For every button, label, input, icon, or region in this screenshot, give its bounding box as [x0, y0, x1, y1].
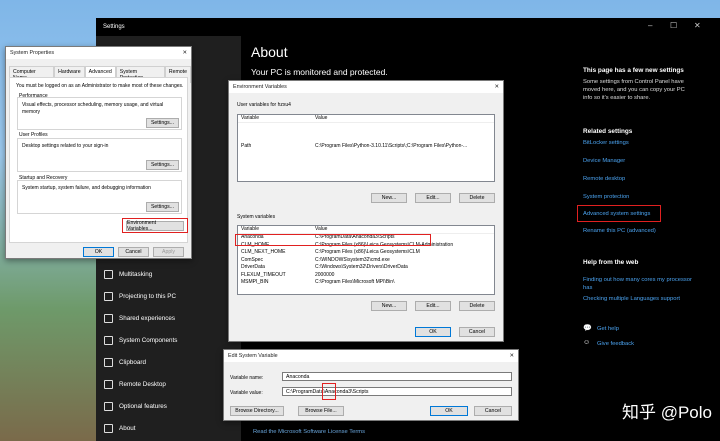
device-manager-link[interactable]: Device Manager — [583, 158, 625, 164]
sysprops-apply-button[interactable]: Apply — [153, 247, 184, 257]
help-heading: Help from the web — [583, 259, 639, 266]
watermark: 知乎 @Polo — [621, 403, 712, 422]
settings-titlebar: Settings – ☐ ✕ — [96, 18, 720, 36]
performance-settings-button[interactable]: Settings... — [146, 118, 179, 128]
system-new-button[interactable]: New... — [371, 301, 407, 311]
system-table-header: Variable Value — [238, 226, 494, 234]
help-languages-link[interactable]: Checking multiple Languages support — [583, 296, 680, 302]
system-variables-label: System variables — [237, 214, 276, 220]
envvars-cancel-button[interactable]: Cancel — [459, 327, 495, 337]
variable-name-input[interactable]: Anaconda — [282, 372, 512, 381]
get-help-icon: 💬 — [583, 325, 592, 332]
variable-value-input[interactable]: C:\ProgramData\Anaconda3\Scripts — [282, 387, 512, 396]
multitasking-icon — [104, 269, 113, 279]
editvar-ok-button[interactable]: OK — [430, 406, 468, 416]
nav-projecting[interactable]: Projecting to this PC — [96, 285, 241, 307]
envvars-ok-button[interactable]: OK — [415, 327, 451, 337]
shared-experiences-icon — [104, 313, 113, 323]
admin-note: You must be logged on as an Administrato… — [16, 83, 184, 89]
nav-clipboard[interactable]: Clipboard — [96, 351, 241, 373]
maximize-icon[interactable]: ☐ — [670, 21, 677, 30]
sysprops-titlebar: System Properties ✕ — [6, 47, 191, 59]
table-row[interactable]: FLEXLM_TIMEOUT 2000000 — [238, 271, 494, 279]
performance-text: Visual effects, processor scheduling, me… — [22, 102, 164, 115]
settings-title: Settings — [103, 24, 125, 30]
page-title: About — [251, 44, 288, 60]
sysprops-cancel-button[interactable]: Cancel — [118, 247, 149, 257]
user-profiles-group: Desktop settings related to your sign-in… — [17, 138, 182, 172]
startup-text: System startup, system failure, and debu… — [22, 185, 151, 191]
user-profiles-settings-button[interactable]: Settings... — [146, 160, 179, 170]
close-icon[interactable]: ✕ — [182, 50, 187, 56]
user-delete-button[interactable]: Delete — [459, 193, 495, 203]
minimize-icon[interactable]: – — [648, 21, 652, 30]
rename-pc-link[interactable]: Rename this PC (advanced) — [583, 228, 656, 234]
get-help-link[interactable]: Get help — [597, 326, 619, 332]
nav-shared-experiences[interactable]: Shared experiences — [96, 307, 241, 329]
nav-optional-features[interactable]: Optional features — [96, 395, 241, 417]
environment-variables-dialog: Environment Variables ✕ User variables fo… — [228, 80, 504, 342]
user-profiles-text: Desktop settings related to your sign-in — [22, 143, 109, 149]
close-icon[interactable]: ✕ — [509, 353, 514, 359]
table-row[interactable]: DriverData C:\Windows\System32\Drivers\Dr… — [238, 264, 494, 272]
editvar-titlebar: Edit System Variable ✕ — [224, 350, 518, 362]
system-edit-button[interactable]: Edit... — [415, 301, 451, 311]
user-edit-button[interactable]: Edit... — [415, 193, 451, 203]
highlight-anaconda-row — [235, 234, 431, 246]
nav-system-components[interactable]: System Components — [96, 329, 241, 351]
user-variables-label: User variables for hzxu4 — [237, 102, 291, 108]
nav-multitasking[interactable]: Multitasking — [96, 263, 241, 285]
sysprops-panel: You must be logged on as an Administrato… — [9, 77, 188, 243]
system-components-icon — [104, 335, 113, 345]
remote-desktop-icon — [104, 379, 113, 389]
system-delete-button[interactable]: Delete — [459, 301, 495, 311]
close-icon[interactable]: ✕ — [694, 21, 701, 30]
startup-group: System startup, system failure, and debu… — [17, 180, 182, 214]
table-row[interactable]: Path C:\Program Files\Python-3.10.11\Scri… — [238, 143, 494, 151]
optional-features-icon — [104, 401, 113, 411]
variable-value-label: Variable value: — [230, 390, 263, 396]
user-variables-table[interactable]: Variable Value Path C:\Program Files\Pytho… — [237, 114, 495, 182]
help-cores-link[interactable]: Finding out how many cores my processor … — [583, 276, 693, 292]
table-row[interactable]: MSMPI_BIN C:\Program Files\Microsoft MPI\… — [238, 279, 494, 287]
user-new-button[interactable]: New... — [371, 193, 407, 203]
new-settings-text: Some settings from Control Panel have mo… — [583, 79, 685, 101]
close-icon[interactable]: ✕ — [494, 84, 499, 90]
user-table-header: Variable Value — [238, 115, 494, 123]
environment-variables-button[interactable]: Environment Variables... — [126, 220, 184, 232]
system-protection-link[interactable]: System protection — [583, 194, 629, 200]
bitlocker-link[interactable]: BitLocker settings — [583, 140, 629, 146]
clipboard-icon — [104, 357, 113, 367]
variable-name-label: Variable name: — [230, 375, 264, 381]
protection-status: Your PC is monitored and protected. — [251, 67, 388, 77]
about-icon — [104, 423, 113, 433]
performance-group: Visual effects, processor scheduling, me… — [17, 97, 182, 130]
license-link[interactable]: Read the Microsoft Software License Term… — [253, 429, 365, 435]
related-settings-heading: Related settings — [583, 128, 633, 135]
edit-system-variable-dialog: Edit System Variable ✕ Variable name: Ana… — [223, 349, 519, 421]
sysprops-ok-button[interactable]: OK — [83, 247, 114, 257]
remote-desktop-link[interactable]: Remote desktop — [583, 176, 625, 182]
new-settings-heading: This page has a few new settings — [583, 67, 684, 74]
table-row[interactable]: ComSpec C:\WINDOWS\system32\cmd.exe — [238, 256, 494, 264]
editvar-cancel-button[interactable]: Cancel — [474, 406, 512, 416]
nav-remote-desktop[interactable]: Remote Desktop — [96, 373, 241, 395]
envvars-titlebar: Environment Variables ✕ — [229, 81, 503, 93]
startup-settings-button[interactable]: Settings... — [146, 202, 179, 212]
browse-directory-button[interactable]: Browse Directory... — [230, 406, 284, 416]
highlight-cursor-position — [322, 383, 336, 400]
give-feedback-link[interactable]: Give feedback — [597, 341, 634, 347]
nav-about[interactable]: About — [96, 417, 241, 439]
feedback-icon: ☺ — [583, 339, 591, 346]
table-row[interactable]: CLM_NEXT_HOME C:\Program Files (x86)\Leic… — [238, 249, 494, 257]
system-properties-dialog: System Properties✕ Computer Name Hardwar… — [5, 46, 192, 259]
browse-file-button[interactable]: Browse File... — [298, 406, 344, 416]
projecting-icon — [104, 291, 113, 301]
advanced-system-settings-link[interactable]: Advanced system settings — [583, 211, 650, 217]
